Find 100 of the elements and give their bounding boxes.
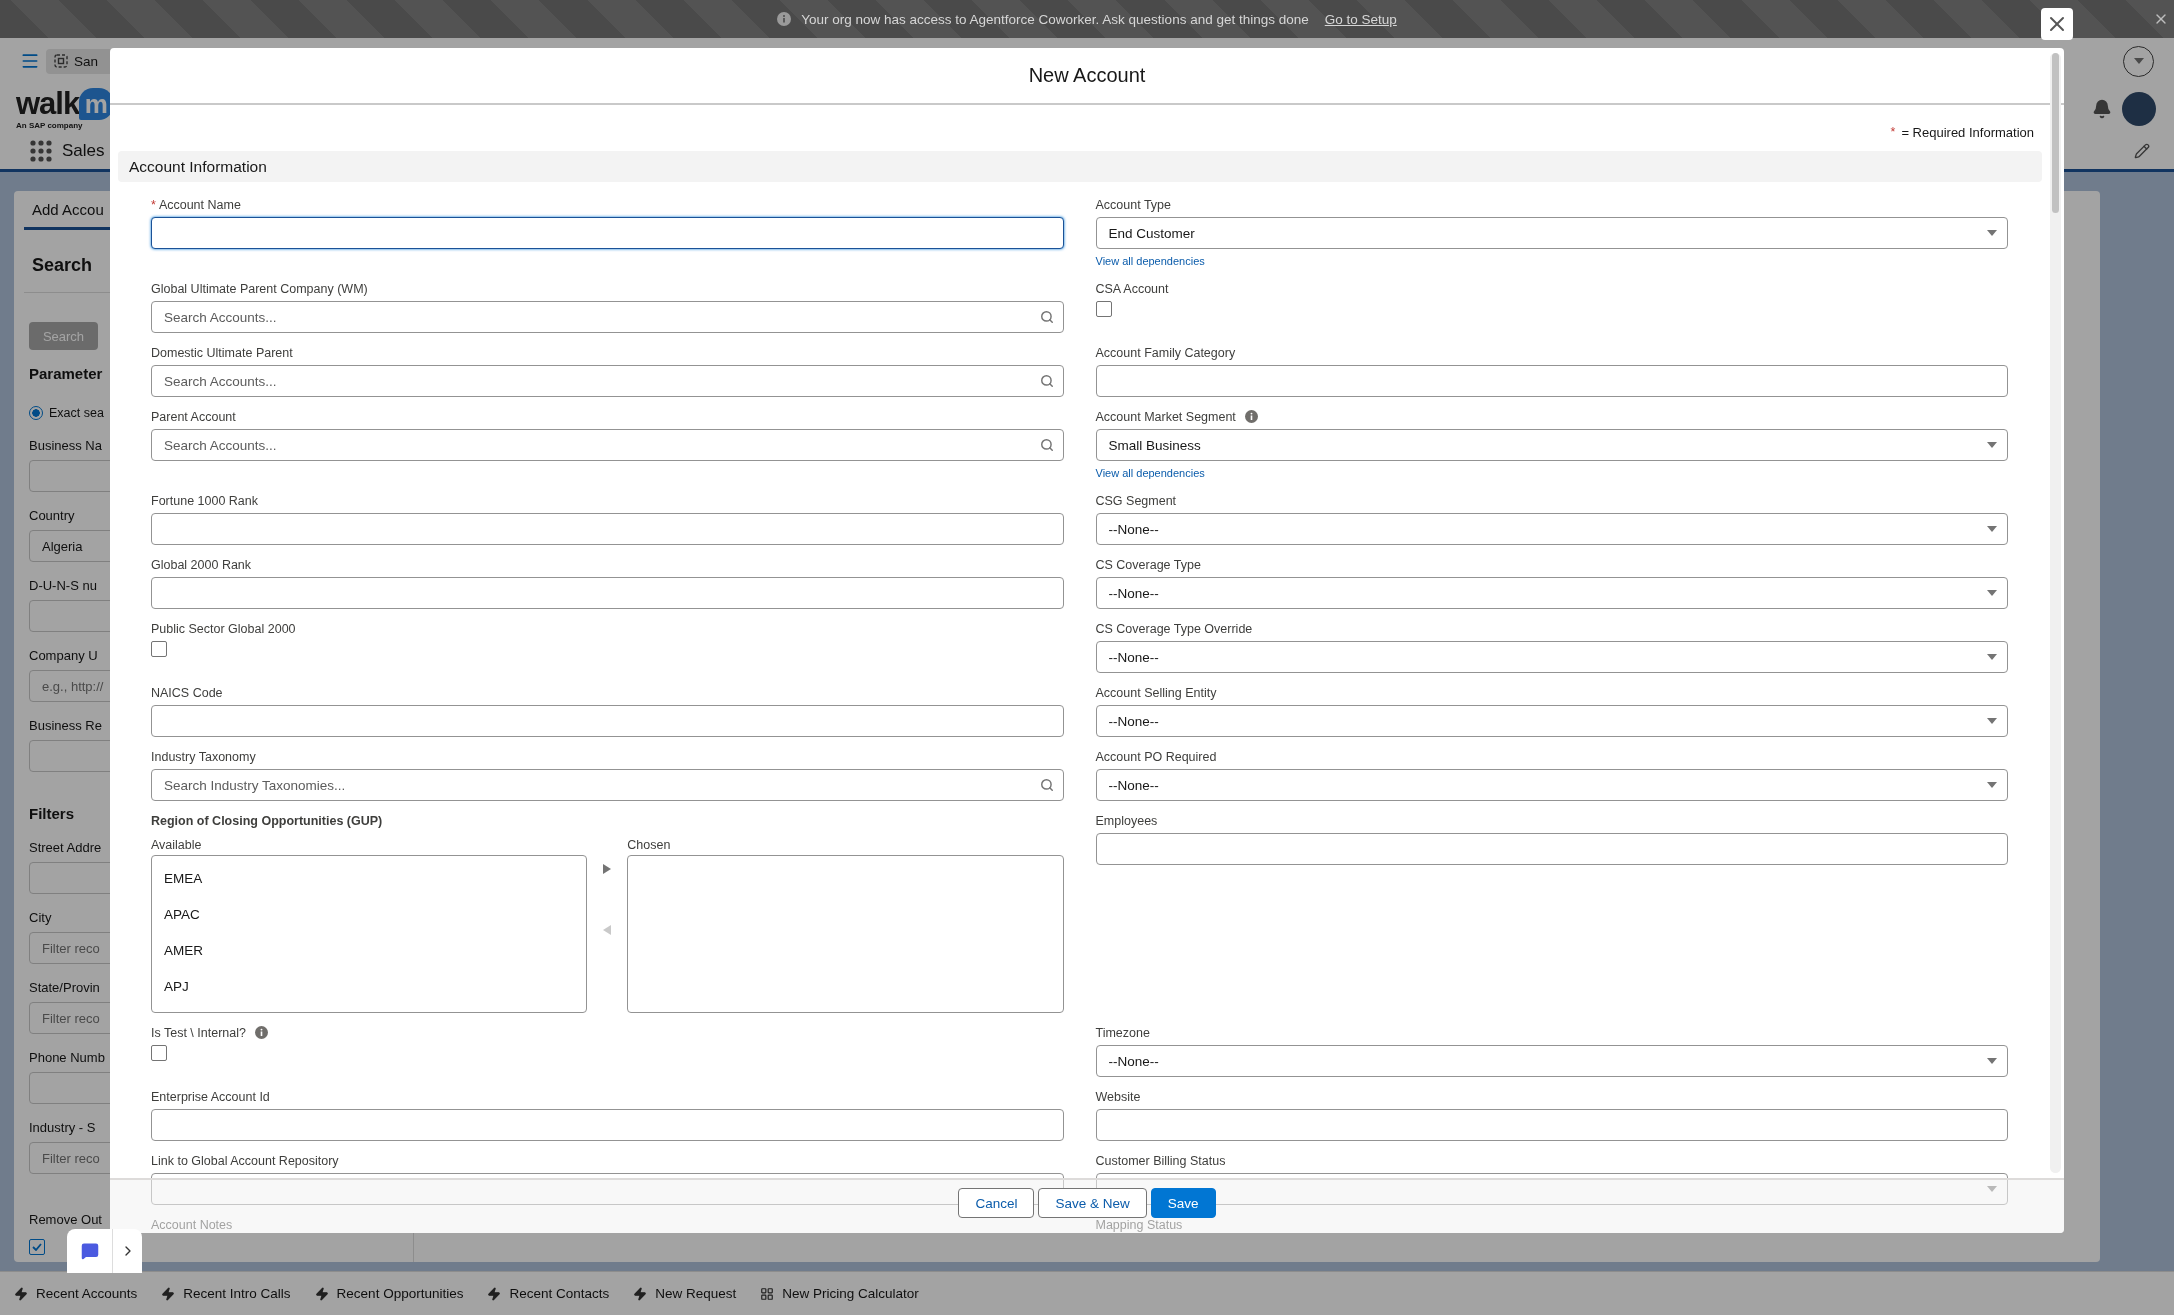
checkbox[interactable] — [29, 1239, 45, 1255]
field-label: Account Family Category — [1095, 345, 1236, 360]
app-name: Sales — [62, 141, 105, 161]
field-label: Link to Global Account Repository — [151, 1153, 339, 1168]
text-field[interactable] — [151, 1109, 1064, 1141]
field-label: Website — [1095, 1089, 1141, 1104]
field-label: Remove Out — [29, 1212, 102, 1227]
list-option[interactable]: APAC — [152, 896, 587, 932]
text-field[interactable] — [1095, 365, 2008, 397]
logo-wordmark: walk — [16, 87, 80, 120]
bolt-icon — [14, 1286, 28, 1301]
dropdown-button[interactable] — [2123, 45, 2154, 77]
bell-icon[interactable] — [2092, 98, 2112, 119]
dropdown[interactable]: --None-- — [1095, 705, 2008, 737]
menu-icon[interactable] — [20, 51, 40, 71]
list-option[interactable]: APJ — [152, 968, 587, 1004]
field-label: Is Test \ Internal? — [151, 1025, 246, 1040]
text-field[interactable] — [151, 577, 1064, 609]
scrollbar[interactable] — [2050, 53, 2061, 1173]
field-label: Customer Billing Status — [1095, 1153, 1226, 1168]
field-label: CSA Account — [1095, 281, 1169, 296]
dropdown[interactable]: --None-- — [1095, 577, 2008, 609]
field-label: Chosen — [627, 838, 672, 852]
field-label: State/Provin — [29, 980, 100, 996]
dropdown[interactable]: --None-- — [1095, 641, 2008, 673]
list-option[interactable]: AMER — [152, 932, 587, 968]
field-label: Account Name — [158, 197, 241, 212]
field-label: Available — [151, 838, 203, 852]
dropdown[interactable]: Small Business — [1095, 429, 2008, 461]
field-label: Account Type — [1095, 197, 1171, 212]
utility-item[interactable]: Recent Contacts — [487, 1286, 610, 1301]
utility-item[interactable]: Recent Opportunities — [314, 1286, 464, 1301]
field-label: Public Sector Global 2000 — [151, 621, 296, 636]
dropdown[interactable]: --None-- — [1095, 1045, 2008, 1077]
dropdown[interactable]: --None-- — [1095, 513, 2008, 545]
text-field[interactable] — [151, 513, 1064, 545]
close-button[interactable] — [2041, 8, 2073, 40]
footer-button[interactable]: Cancel — [958, 1188, 1035, 1218]
info-icon — [1244, 410, 1258, 423]
radio-button[interactable] — [29, 406, 43, 420]
search-field[interactable]: Search Industry Taxonomies... — [151, 769, 1064, 801]
field-label: Account PO Required — [1095, 749, 1217, 764]
utility-item[interactable]: Recent Accounts — [14, 1286, 138, 1301]
checkbox[interactable] — [151, 641, 167, 657]
caret-down-icon — [1987, 654, 1997, 660]
text-field[interactable] — [1095, 1109, 2008, 1141]
text-field[interactable] — [1095, 833, 2008, 865]
field-label: Company U — [29, 648, 98, 664]
field-label: Street Addre — [29, 840, 102, 856]
utility-item[interactable]: New Request — [633, 1286, 737, 1301]
utility-item[interactable]: New Pricing Calculator — [760, 1286, 919, 1301]
group-heading: Region of Closing Opportunities (GUP) — [151, 813, 383, 828]
app-launcher-icon[interactable] — [30, 140, 52, 162]
search-icon — [1039, 778, 1054, 792]
caret-down-icon — [1987, 718, 1997, 724]
checkbox[interactable] — [151, 1045, 167, 1061]
modal-title: New Account — [1028, 64, 1146, 87]
field-label: D-U-N-S nu — [29, 578, 97, 594]
list-option[interactable]: EMEA — [152, 860, 587, 896]
dropdown[interactable]: End Customer — [1095, 217, 2008, 249]
field-label: NAICS Code — [151, 685, 223, 700]
field-label: Global 2000 Rank — [151, 557, 252, 572]
search-field[interactable]: Search Accounts... — [151, 429, 1064, 461]
caret-down-icon — [1987, 442, 1997, 448]
grid-icon — [760, 1286, 775, 1301]
field-label: Industry - S — [29, 1120, 96, 1136]
save-button[interactable]: Save — [1150, 1188, 1216, 1218]
bolt-icon — [487, 1286, 502, 1301]
field-label: CS Coverage Type — [1095, 557, 1201, 572]
footer-button[interactable]: Save & New — [1038, 1188, 1147, 1218]
logo-tagline: An SAP company — [16, 120, 84, 130]
section-header: Account Information — [118, 151, 2042, 182]
caret-down-icon — [1987, 590, 1997, 596]
field-label: Timezone — [1095, 1025, 1150, 1040]
search-field[interactable]: Search Accounts... — [151, 301, 1064, 333]
search-icon — [1039, 374, 1054, 388]
panel-title: Search — [32, 255, 93, 275]
field-label: Fortune 1000 Rank — [151, 493, 258, 508]
caret-down-icon — [1987, 230, 1997, 236]
caret-down-icon — [1987, 782, 1997, 788]
field-label: Enterprise Account Id — [151, 1089, 270, 1104]
avatar[interactable] — [2122, 91, 2156, 126]
edit-icon[interactable] — [2134, 143, 2150, 159]
field-label: Domestic Ultimate Parent — [151, 345, 293, 360]
utility-item[interactable]: Recent Intro Calls — [161, 1286, 291, 1301]
field-label: Employees — [1095, 813, 1158, 828]
field-label: Global Ultimate Parent Company (WM) — [151, 281, 368, 296]
dropdown[interactable]: --None-- — [1095, 769, 2008, 801]
link[interactable]: Go to Setup — [1324, 11, 1397, 27]
text-field[interactable] — [151, 705, 1064, 737]
field-label: CS Coverage Type Override — [1095, 621, 1253, 636]
text-field[interactable] — [151, 217, 1064, 249]
field-label: Phone Numb — [29, 1050, 105, 1066]
checkbox[interactable] — [1095, 301, 1112, 317]
link[interactable]: View all dependencies — [1095, 465, 1205, 481]
field-label: CSG Segment — [1095, 493, 1177, 508]
search-field[interactable]: Search Accounts... — [151, 365, 1064, 397]
triangle-right-icon — [603, 864, 612, 874]
section-heading: Parameter — [29, 364, 103, 384]
link[interactable]: View all dependencies — [1095, 253, 1205, 269]
